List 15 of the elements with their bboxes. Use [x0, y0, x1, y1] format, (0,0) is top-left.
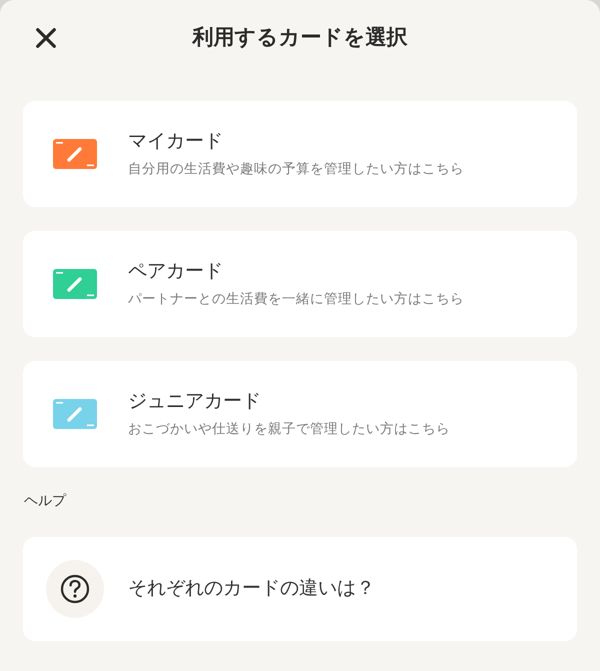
- option-title: マイカード: [128, 130, 224, 154]
- option-description: 自分用の生活費や趣味の予算を管理したい方はこちら: [128, 160, 464, 178]
- card-option[interactable]: マイカード 自分用の生活費や趣味の予算を管理したい方はこちら: [23, 101, 577, 207]
- option-description: おこづかいや仕送りを親子で管理したい方はこちら: [128, 420, 450, 438]
- card-option[interactable]: ペアカード パートナーとの生活費を一緒に管理したい方はこちら: [23, 231, 577, 337]
- option-description: パートナーとの生活費を一緒に管理したい方はこちら: [128, 290, 464, 308]
- card-option[interactable]: ジュニアカード おこづかいや仕送りを親子で管理したい方はこちら: [23, 361, 577, 467]
- option-title: ペアカード: [128, 260, 224, 284]
- close-icon: [35, 26, 57, 48]
- question-icon: [46, 560, 104, 618]
- help-label: それぞれのカードの違いは？: [128, 577, 375, 601]
- help-link[interactable]: それぞれのカードの違いは？: [23, 537, 577, 641]
- page-title: 利用するカードを選択: [191, 24, 408, 50]
- option-title: ジュニアカード: [128, 390, 262, 414]
- section-heading: ヘルプ: [23, 492, 68, 511]
